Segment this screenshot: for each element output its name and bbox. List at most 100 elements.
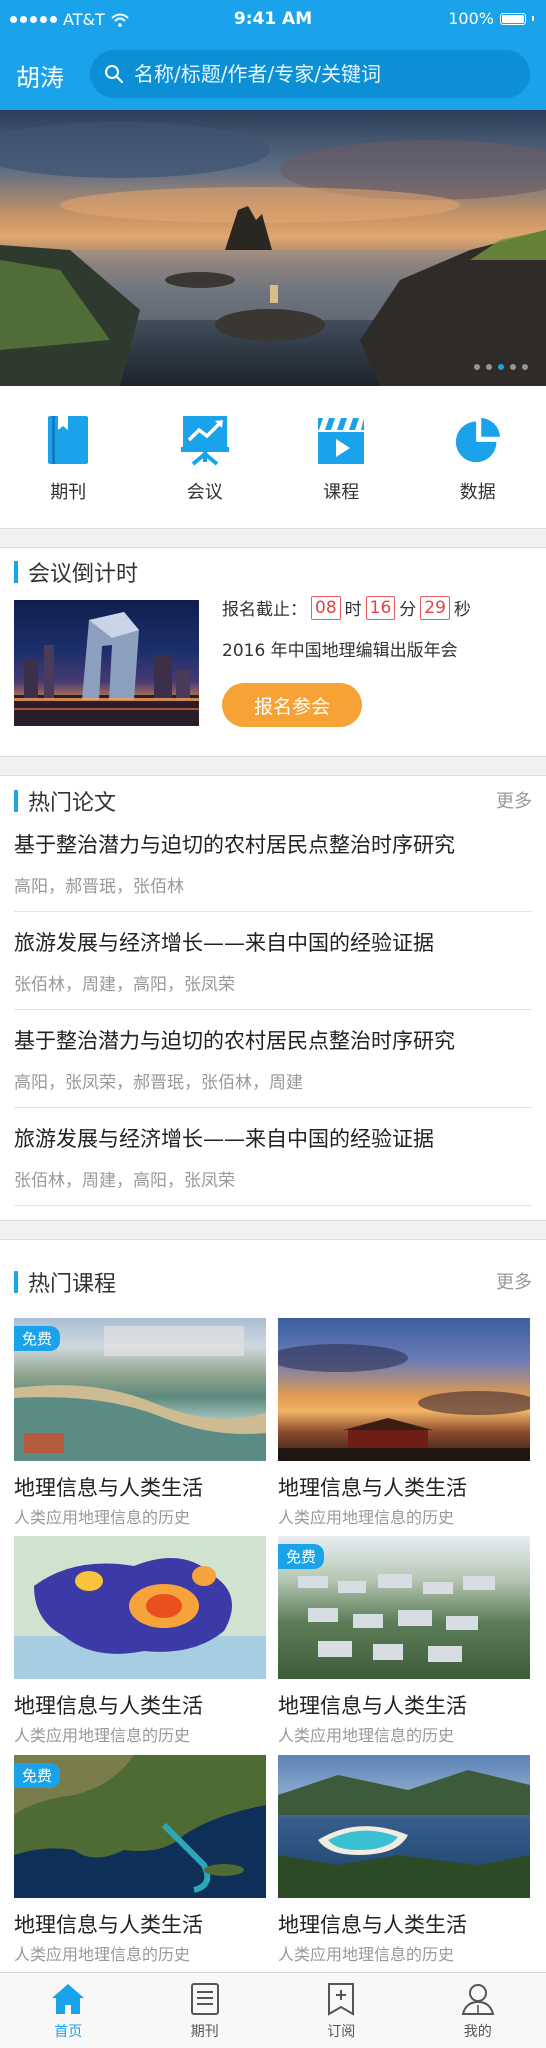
paper-authors: 高阳，郝晋珉，张佰林 [14, 877, 184, 897]
category-conference[interactable]: 会议 [137, 386, 274, 528]
category-journal[interactable]: 期刊 [0, 386, 137, 528]
subscribe-icon [328, 1983, 355, 2016]
course-title: 地理信息与人类生活 [278, 1694, 467, 1718]
battery-icon [500, 12, 526, 25]
course-card[interactable]: 地理信息与人类生活 人类应用地理信息的历史 [278, 1318, 530, 1527]
countdown-row: 报名截止： 08 时 16 分 29 秒 [222, 595, 471, 620]
tab-home[interactable]: 首页 [0, 1973, 137, 2048]
conference-name[interactable]: 2016 年中国地理编辑出版年会 [222, 636, 471, 661]
courses-more-link[interactable]: 更多 [496, 1268, 532, 1294]
search-input[interactable] [134, 62, 514, 86]
carousel-dot-active[interactable] [498, 364, 504, 370]
countdown-minutes: 16 [365, 595, 396, 620]
course-thumbnail [278, 1755, 530, 1898]
app-header: AT&T 9:41 AM 100% 胡涛 [0, 0, 546, 110]
paper-title: 旅游发展与经济增长——来自中国的经验证据 [14, 931, 434, 955]
tab-subscribe[interactable]: 订阅 [273, 1973, 410, 2048]
presentation-icon [180, 416, 229, 466]
status-bar: AT&T 9:41 AM 100% [0, 0, 546, 40]
course-card[interactable]: 免费 地理信息与人类生活 人类应用地理信息的历史 [278, 1536, 530, 1745]
conference-image[interactable] [14, 600, 199, 726]
banner-image [0, 122, 546, 386]
carousel-dot[interactable] [486, 364, 492, 370]
carousel-dot[interactable] [510, 364, 516, 370]
section-marker [14, 1271, 18, 1293]
bay-landscape-image [278, 1770, 530, 1898]
course-subtitle: 人类应用地理信息的历史 [14, 1508, 191, 1527]
profile-icon [461, 1984, 495, 2015]
section-divider [0, 528, 546, 548]
conference-info: 报名截止： 08 时 16 分 29 秒 2016 年中国地理编辑出版年会 报名… [222, 595, 471, 727]
carousel-indicators[interactable] [474, 364, 528, 370]
tab-label: 我的 [463, 2024, 492, 2040]
course-title: 地理信息与人类生活 [278, 1913, 467, 1937]
bottom-tab-bar: 首页 期刊 订阅 我的 [0, 1972, 546, 2048]
course-card[interactable]: 免费 地理信息与人类生活 人类应用地理信息的历史 [14, 1318, 266, 1527]
course-title: 地理信息与人类生活 [14, 1913, 203, 1937]
location-label[interactable]: 胡涛 [16, 58, 64, 93]
deadline-label: 报名截止： [222, 600, 307, 620]
category-course[interactable]: 课程 [273, 386, 410, 528]
section-title: 会议倒计时 [28, 562, 139, 587]
category-label: 数据 [459, 482, 496, 503]
course-title: 地理信息与人类生活 [14, 1476, 203, 1500]
carousel-dot[interactable] [522, 364, 528, 370]
banner-carousel[interactable] [0, 110, 546, 386]
tab-journal[interactable]: 期刊 [137, 1973, 274, 2048]
course-subtitle: 人类应用地理信息的历史 [278, 1945, 455, 1964]
course-title: 地理信息与人类生活 [14, 1694, 203, 1718]
paper-title: 基于整治潜力与迫切的农村居民点整治时序研究 [14, 1029, 455, 1053]
course-card[interactable]: 地理信息与人类生活 人类应用地理信息的历史 [14, 1536, 266, 1745]
pie-chart-icon [455, 417, 500, 463]
countdown-seconds: 29 [420, 595, 450, 620]
course-card[interactable]: 免费 地理信息与人类生活 人类应用地理信息的历史 [14, 1755, 266, 1964]
course-subtitle: 人类应用地理信息的历史 [14, 1945, 191, 1964]
paper-title: 基于整治潜力与迫切的农村居民点整治时序研究 [14, 833, 455, 857]
category-data[interactable]: 数据 [410, 386, 546, 528]
tab-label: 首页 [54, 2024, 83, 2040]
countdown-hours: 08 [311, 595, 341, 620]
search-icon [105, 65, 124, 84]
section-divider [0, 756, 546, 776]
conference-section-header: 会议倒计时 [14, 556, 138, 588]
free-badge: 免费 [14, 1326, 61, 1351]
paper-item[interactable]: 旅游发展与经济增长——来自中国的经验证据 张佰林，周建，高阳，张凤荣 [14, 1124, 532, 1206]
free-badge: 免费 [278, 1544, 325, 1569]
papers-more-link[interactable]: 更多 [496, 787, 532, 813]
courses-section-header: 热门课程 [14, 1266, 116, 1298]
paper-item[interactable]: 基于整治潜力与迫切的农村居民点整治时序研究 高阳，张凤荣，郝晋珉，张佰林，周建 [14, 1026, 532, 1108]
course-card[interactable]: 地理信息与人类生活 人类应用地理信息的历史 [278, 1755, 530, 1964]
tiananmen-sunset-image [278, 1344, 530, 1461]
journal-icon [48, 416, 89, 464]
tab-label: 期刊 [190, 2024, 219, 2040]
status-right: 100% [448, 9, 534, 28]
section-title: 热门论文 [28, 791, 117, 816]
paper-item[interactable]: 旅游发展与经济增长——来自中国的经验证据 张佰林，周建，高阳，张凤荣 [14, 928, 532, 1010]
category-label: 期刊 [50, 482, 87, 503]
paper-title: 旅游发展与经济增长——来自中国的经验证据 [14, 1127, 434, 1151]
signup-button[interactable]: 报名参会 [222, 683, 362, 727]
carousel-dot[interactable] [474, 364, 480, 370]
course-thumbnail [14, 1536, 266, 1679]
tab-label: 订阅 [327, 2024, 356, 2040]
course-thumbnail [278, 1318, 530, 1461]
category-label: 会议 [186, 482, 223, 503]
hours-unit: 时 [344, 600, 362, 620]
section-marker [14, 561, 18, 583]
papers-section-header: 热门论文 [14, 785, 116, 817]
category-grid: 期刊 会议 课程 数据 [0, 386, 546, 528]
tab-profile[interactable]: 我的 [410, 1973, 546, 2048]
conference-building-image [14, 612, 199, 726]
section-marker [14, 790, 18, 812]
course-subtitle: 人类应用地理信息的历史 [278, 1726, 455, 1745]
minutes-unit: 分 [399, 600, 417, 620]
nav-row: 胡涛 [0, 44, 546, 104]
journal-tab-icon [190, 1983, 219, 2015]
battery-cap [532, 16, 534, 21]
paper-item[interactable]: 基于整治潜力与迫切的农村居民点整治时序研究 高阳，郝晋珉，张佰林 [14, 830, 532, 912]
paper-authors: 张佰林，周建，高阳，张凤荣 [14, 1171, 235, 1191]
home-icon [52, 1984, 85, 2014]
battery-percent: 100% [448, 9, 494, 28]
search-box[interactable] [90, 50, 530, 98]
course-title: 地理信息与人类生活 [278, 1476, 467, 1500]
